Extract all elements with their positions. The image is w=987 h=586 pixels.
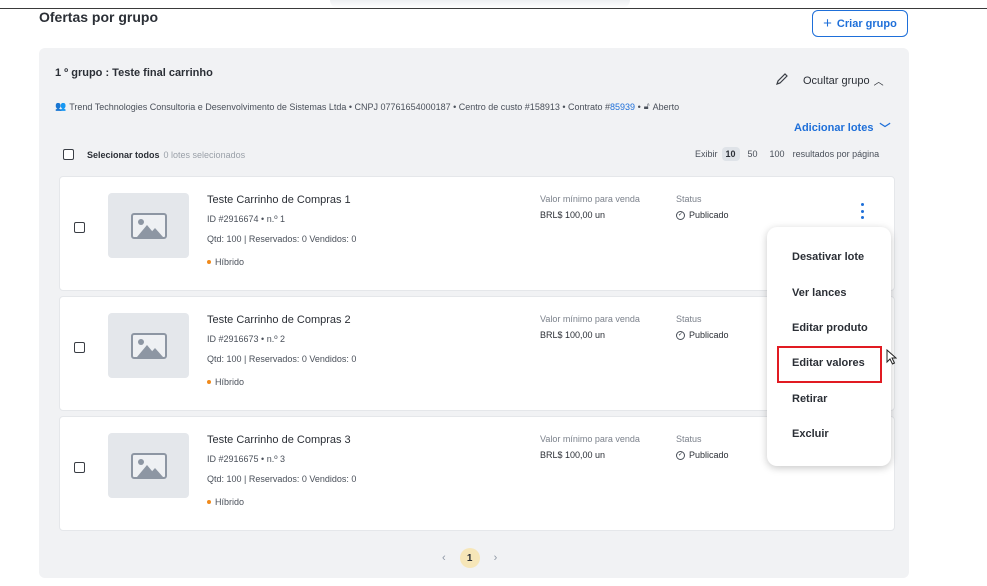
lot-name[interactable]: Teste Carrinho de Compras 2 <box>207 314 351 326</box>
status-value: ✓ Publicado <box>676 330 729 340</box>
hybrid-dot-icon <box>207 500 211 504</box>
check-circle-icon: ✓ <box>676 450 685 460</box>
image-icon <box>130 452 167 479</box>
menu-item-delete[interactable]: Excluir <box>792 428 829 440</box>
hide-group-label: Ocultar grupo <box>803 74 870 87</box>
chevron-down-icon: ﹀ <box>879 123 891 135</box>
lot-type: Híbrido <box>207 257 244 267</box>
lot-image-placeholder <box>108 193 189 258</box>
lot-name[interactable]: Teste Carrinho de Compras 3 <box>207 434 351 446</box>
contract-link[interactable]: 85939 <box>610 102 635 112</box>
group-info: 👥 Trend Technologies Consultoria e Desen… <box>55 101 680 112</box>
status-value: ✓ Publicado <box>676 210 729 220</box>
lot-quantity: Qtd: 100 | Reservados: 0 Vendidos: 0 <box>207 234 357 244</box>
menu-item-edit-product[interactable]: Editar produto <box>792 322 868 334</box>
group-cost-center: Centro de custo #158913 <box>458 101 560 112</box>
min-price-label: Valor mínimo para venda <box>540 314 640 324</box>
lot-quantity: Qtd: 100 | Reservados: 0 Vendidos: 0 <box>207 354 357 364</box>
add-lots-button[interactable]: Adicionar lotes ﹀ <box>794 120 890 136</box>
hybrid-dot-icon <box>207 380 211 384</box>
lot-quantity: Qtd: 100 | Reservados: 0 Vendidos: 0 <box>207 474 357 484</box>
page-title: Ofertas por grupo <box>39 9 159 25</box>
lot-image-placeholder <box>108 313 189 378</box>
highlight-box <box>777 346 882 383</box>
status-text: Publicado <box>689 210 729 220</box>
lot-name[interactable]: Teste Carrinho de Compras 1 <box>207 194 351 206</box>
lot-id: ID #2916675 • n.º 3 <box>207 454 285 464</box>
per-page-selector: Exibir 10 50 100 resultados por página <box>695 147 879 161</box>
lot-type: Híbrido <box>207 377 244 387</box>
prev-page-icon[interactable]: ‹ <box>442 552 446 564</box>
add-lots-label: Adicionar lotes <box>794 122 874 134</box>
menu-item-withdraw[interactable]: Retirar <box>792 393 827 405</box>
page-1-button[interactable]: 1 <box>459 548 480 568</box>
select-all-checkbox[interactable] <box>63 149 74 160</box>
selected-count: 0 lotes selecionados <box>163 149 246 160</box>
chevron-up-icon: ︿ <box>873 77 884 88</box>
status-label: Status <box>676 314 702 324</box>
per-page-suffix: resultados por página <box>792 149 880 159</box>
lot-type-label: Híbrido <box>215 497 245 507</box>
page-size-option-50[interactable]: 50 <box>744 147 762 161</box>
lot-id: ID #2916674 • n.º 1 <box>207 214 285 224</box>
pagination: ‹ 1 › <box>442 548 497 568</box>
lot-checkbox[interactable] <box>74 462 85 473</box>
group-status: Aberto <box>652 101 680 112</box>
min-price-value: BRL$ 100,00 un <box>540 450 606 460</box>
next-page-icon[interactable]: › <box>494 552 498 564</box>
status-label: Status <box>676 194 702 204</box>
hide-group-button[interactable]: Ocultar grupo ︿ <box>803 73 884 89</box>
pencil-icon[interactable] <box>775 72 789 86</box>
page-size-option-100[interactable]: 100 <box>766 147 789 161</box>
lot-type-label: Híbrido <box>215 377 245 387</box>
hybrid-dot-icon <box>207 260 211 264</box>
create-group-button[interactable]: + Criar grupo <box>812 10 908 37</box>
kebab-menu-icon[interactable] <box>859 203 865 219</box>
lot-type-label: Híbrido <box>215 257 245 267</box>
lot-checkbox[interactable] <box>74 342 85 353</box>
group-contract-prefix: Contrato # <box>568 101 611 112</box>
image-icon <box>130 212 167 239</box>
menu-item-deactivate-lot[interactable]: Desativar lote <box>792 251 864 263</box>
min-price-label: Valor mínimo para venda <box>540 194 640 204</box>
group-title: 1 º grupo : Teste final carrinho <box>55 67 213 79</box>
min-price-value: BRL$ 100,00 un <box>540 330 606 340</box>
top-shadow <box>330 0 630 8</box>
group-company: Trend Technologies Consultoria e Desenvo… <box>69 101 347 112</box>
mouse-cursor-icon <box>886 349 897 365</box>
group-cnpj: CNPJ 07761654000187 <box>354 101 451 112</box>
menu-item-view-bids[interactable]: Ver lances <box>792 287 846 299</box>
status-value: ✓ Publicado <box>676 450 729 460</box>
plus-icon: + <box>823 15 832 32</box>
lot-checkbox[interactable] <box>74 222 85 233</box>
select-all: Selecionar todos 0 lotes selecionados <box>63 149 245 160</box>
check-circle-icon: ✓ <box>676 210 685 220</box>
status-text: Publicado <box>689 330 729 340</box>
min-price-label: Valor mínimo para venda <box>540 434 640 444</box>
lot-type: Híbrido <box>207 497 244 507</box>
page-size-option-10[interactable]: 10 <box>721 147 740 161</box>
min-price-value: BRL$ 100,00 un <box>540 210 606 220</box>
status-label: Status <box>676 434 702 444</box>
lock-icon: 🔓︎ <box>643 101 650 111</box>
select-all-label[interactable]: Selecionar todos <box>87 150 160 160</box>
status-text: Publicado <box>689 450 729 460</box>
create-group-label: Criar grupo <box>836 17 897 30</box>
show-label: Exibir <box>695 149 718 159</box>
lot-image-placeholder <box>108 433 189 498</box>
check-circle-icon: ✓ <box>676 330 685 340</box>
lot-id: ID #2916673 • n.º 2 <box>207 334 285 344</box>
image-icon <box>130 332 167 359</box>
users-icon: 👥 <box>55 101 67 111</box>
